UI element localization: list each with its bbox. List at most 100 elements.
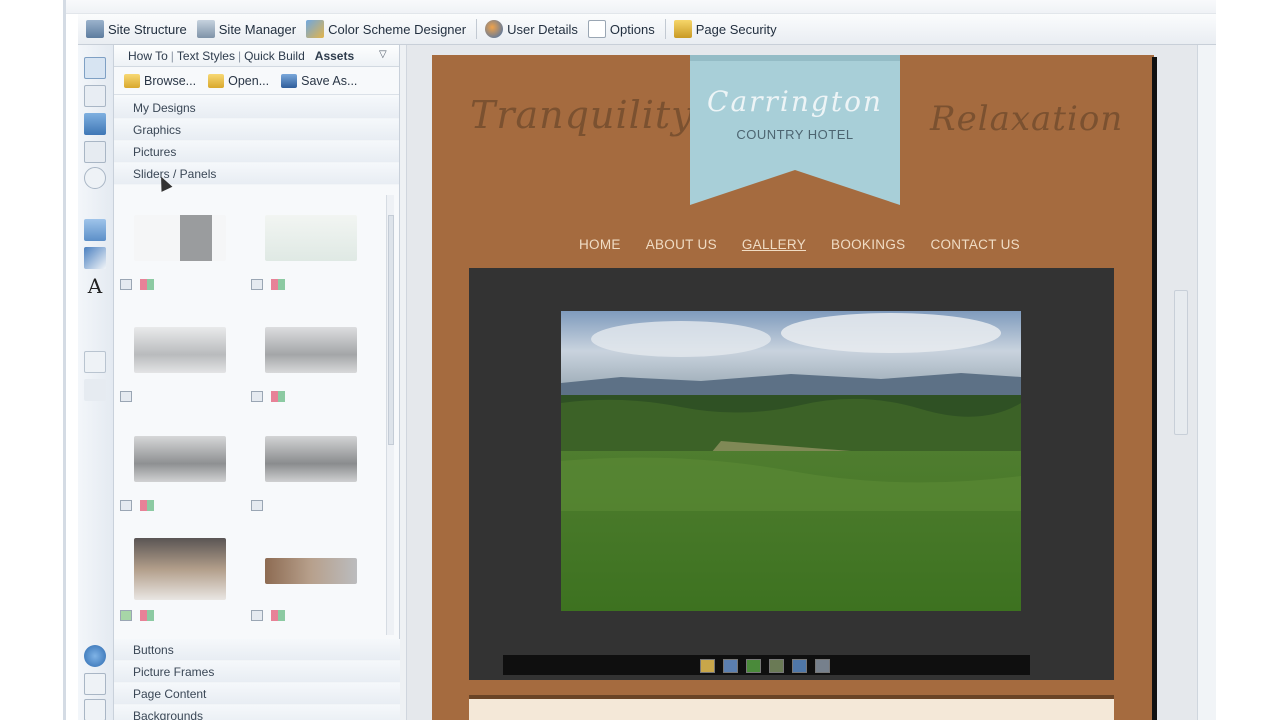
open-button[interactable]: Open... (208, 73, 270, 88)
landscape-image (561, 311, 1021, 611)
globe-tool-icon[interactable] (84, 645, 106, 667)
nav-gallery[interactable]: GALLERY (742, 237, 806, 252)
nav-home[interactable]: HOME (579, 237, 621, 252)
text-tool-icon[interactable]: A (84, 275, 106, 297)
options-label: Options (609, 21, 655, 37)
assets-panel: How To | Text Styles | Quick Build Asset… (114, 45, 400, 720)
category-buttons[interactable]: Buttons (114, 639, 400, 661)
canvas-scrollbar[interactable] (1174, 290, 1188, 435)
tagline-right: Relaxation (930, 99, 1124, 139)
open-folder-icon (208, 73, 225, 88)
asset-thumbnail[interactable] (120, 436, 226, 511)
asset-thumbnail[interactable] (251, 327, 357, 402)
shape-tool-icon[interactable] (84, 219, 106, 241)
category-backgrounds[interactable]: Backgrounds (114, 705, 400, 720)
category-page-content[interactable]: Page Content (114, 683, 400, 705)
panel-tab-bar: How To | Text Styles | Quick Build Asset… (114, 45, 399, 67)
category-list-top: My Designs Graphics Pictures Sliders / P… (114, 95, 399, 185)
gallery-thumbnail[interactable] (723, 659, 738, 673)
color-scheme-designer-button[interactable]: Color Scheme Designer (306, 20, 466, 38)
panel-splitter[interactable] (400, 45, 407, 720)
website-page-preview[interactable]: Tranquility Relaxation Carrington COUNTR… (432, 55, 1154, 720)
brand-subtitle: COUNTRY HOTEL (736, 127, 854, 142)
text-block-tool-icon[interactable] (84, 699, 106, 720)
tab-quick-build[interactable]: Quick Build (244, 49, 305, 63)
tab-separator: | (237, 48, 242, 63)
nav-contact-us[interactable]: CONTACT US (930, 237, 1020, 252)
pen-tool-icon[interactable] (84, 247, 106, 269)
page-security-label: Page Security (695, 21, 777, 37)
tool-strip: A (78, 45, 114, 720)
options-icon (587, 20, 606, 38)
asset-thumbnail[interactable] (251, 436, 357, 511)
save-as-label: Save As... (301, 73, 358, 88)
site-manager-button[interactable]: Site Manager (196, 20, 296, 38)
brand-title: Carrington (707, 85, 883, 118)
asset-thumbnail[interactable] (120, 215, 226, 290)
browse-label: Browse... (144, 73, 197, 88)
category-graphics[interactable]: Graphics (114, 119, 399, 141)
user-details-label: User Details (507, 21, 578, 37)
gallery-thumbnail[interactable] (792, 659, 807, 673)
category-pictures[interactable]: Pictures (114, 141, 399, 163)
site-structure-button[interactable]: Site Structure (86, 20, 187, 38)
asset-thumbnail-grid (118, 190, 386, 650)
asset-thumbnail[interactable] (120, 538, 226, 621)
gallery-thumbnails (700, 659, 838, 673)
save-icon (281, 73, 298, 88)
list-tool-icon[interactable] (84, 673, 106, 695)
gallery-thumbnail[interactable] (769, 659, 784, 673)
app-window: Site Structure Site Manager Color Scheme… (0, 0, 1280, 720)
page-edge-shadow (1152, 57, 1157, 720)
asset-thumbnail[interactable] (251, 215, 357, 290)
gallery-thumbnail[interactable] (700, 659, 715, 673)
site-structure-label: Site Structure (108, 21, 187, 37)
frame-tool-icon[interactable] (84, 141, 106, 163)
brand-banner[interactable]: Carrington COUNTRY HOTEL (690, 55, 900, 205)
scrollbar-thumb[interactable] (388, 215, 394, 445)
folder-icon (124, 73, 140, 88)
asset-thumbnail[interactable] (120, 327, 226, 402)
browse-button[interactable]: Browse... (124, 73, 197, 88)
gallery-thumbnail[interactable] (815, 659, 830, 673)
tagline-left: Tranquility (470, 93, 694, 137)
content-band (469, 695, 1114, 720)
gallery-slider[interactable] (469, 268, 1114, 680)
tab-assets[interactable]: Assets (315, 49, 354, 63)
page-security-button[interactable]: Page Security (673, 20, 777, 38)
pointer-tool-icon[interactable] (84, 57, 106, 79)
menu-bar (66, 0, 1216, 14)
layout-tool-icon[interactable] (84, 85, 106, 107)
right-blank-area (1216, 0, 1280, 720)
image-tool-icon[interactable] (84, 379, 106, 401)
tab-how-to[interactable]: How To (128, 49, 168, 63)
nav-about-us[interactable]: ABOUT US (646, 237, 717, 252)
save-as-button[interactable]: Save As... (281, 73, 358, 88)
right-panel-edge (1197, 45, 1216, 720)
color-scheme-designer-label: Color Scheme Designer (328, 21, 467, 37)
crop-tool-icon[interactable] (84, 351, 106, 373)
gallery-thumbnail[interactable] (746, 659, 761, 673)
code-tool-icon[interactable] (84, 167, 106, 189)
category-my-designs[interactable]: My Designs (114, 97, 399, 119)
panel-actions: Browse... Open... Save As... (114, 67, 399, 95)
asset-list-scrollbar[interactable] (386, 195, 394, 635)
asset-thumbnail[interactable] (251, 558, 357, 621)
gallery-photo (561, 311, 1021, 611)
site-navigation: HOME ABOUT US GALLERY BOOKINGS CONTACT U… (579, 237, 1045, 252)
user-details-button[interactable]: User Details (485, 20, 578, 38)
category-picture-frames[interactable]: Picture Frames (114, 661, 400, 683)
category-list-bottom: Buttons Picture Frames Page Content Back… (114, 639, 400, 720)
panel-tool-icon[interactable] (84, 113, 106, 135)
users-icon (485, 20, 504, 38)
site-structure-icon (86, 20, 104, 38)
nav-bookings[interactable]: BOOKINGS (831, 237, 905, 252)
tab-text-styles[interactable]: Text Styles (177, 49, 235, 63)
lock-icon (673, 20, 692, 38)
options-button[interactable]: Options (587, 20, 655, 38)
paint-brush-icon (306, 20, 325, 38)
tab-separator: | (170, 48, 174, 63)
open-label: Open... (228, 73, 270, 88)
main-toolbar: Site Structure Site Manager Color Scheme… (78, 14, 1216, 45)
collapse-panel-icon[interactable]: ▽ (379, 49, 393, 61)
